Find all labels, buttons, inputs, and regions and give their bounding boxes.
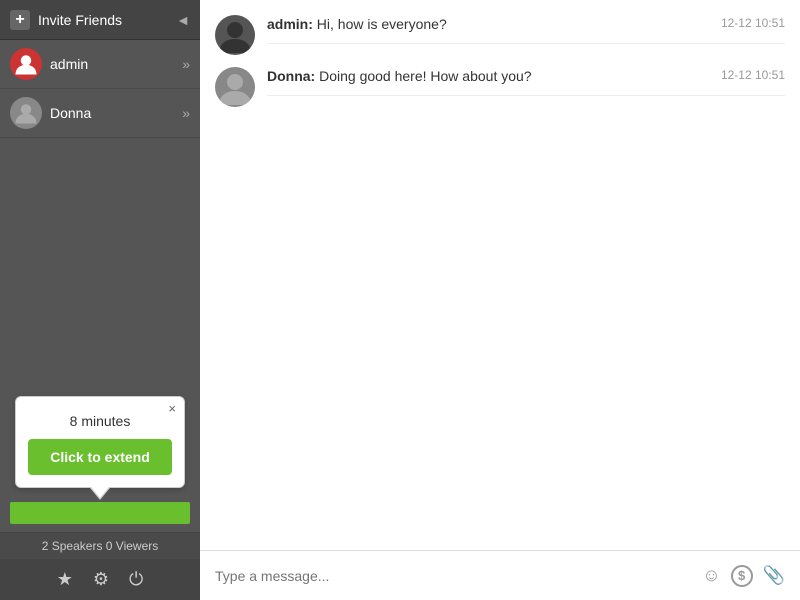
message-content: 12-12 10:51 admin: Hi, how is everyone? xyxy=(267,15,785,44)
sidebar-header-left: + Invite Friends xyxy=(10,10,122,30)
message-timestamp: 12-12 10:51 xyxy=(721,15,785,32)
avatar-admin xyxy=(10,48,42,80)
username-admin: admin xyxy=(50,56,88,72)
avatar xyxy=(215,15,255,55)
tooltip-close-button[interactable]: × xyxy=(168,401,176,416)
tooltip-box: × 8 minutes Click to extend xyxy=(15,396,185,488)
message-text: 12-12 10:51 admin: Hi, how is everyone? xyxy=(267,15,785,44)
chat-input-area: ☺ $ 📎 xyxy=(200,550,800,600)
sidebar-title: Invite Friends xyxy=(38,12,122,28)
dollar-icon[interactable]: $ xyxy=(731,565,753,587)
expand-donna-icon[interactable]: » xyxy=(182,105,190,121)
extend-button[interactable]: Click to extend xyxy=(28,439,172,475)
sender-name: admin: xyxy=(267,16,313,32)
collapse-sidebar-button[interactable]: ◄ xyxy=(176,12,190,28)
green-progress-bar[interactable] xyxy=(10,502,190,524)
avatar xyxy=(215,67,255,107)
expand-admin-icon[interactable]: » xyxy=(182,56,190,72)
sidebar-header: + Invite Friends ◄ xyxy=(0,0,200,40)
sidebar-item-donna[interactable]: Donna » xyxy=(0,89,200,138)
tooltip-minutes: 8 minutes xyxy=(28,413,172,429)
power-icon[interactable]: ⏻ xyxy=(129,569,143,590)
attachment-icon[interactable]: 📎 xyxy=(763,565,785,586)
message-input[interactable] xyxy=(215,568,692,584)
chat-area: 12-12 10:51 admin: Hi, how is everyone? … xyxy=(200,0,800,600)
table-row: 12-12 10:51 admin: Hi, how is everyone? xyxy=(215,15,785,55)
sidebar: + Invite Friends ◄ admin » xyxy=(0,0,200,600)
table-row: 12-12 10:51 Donna: Doing good here! How … xyxy=(215,67,785,107)
extend-tooltip: × 8 minutes Click to extend xyxy=(15,396,185,500)
username-donna: Donna xyxy=(50,105,91,121)
message-content: 12-12 10:51 Donna: Doing good here! How … xyxy=(267,67,785,96)
add-friend-icon[interactable]: + xyxy=(10,10,30,30)
star-icon[interactable]: ★ xyxy=(57,569,73,590)
avatar-donna xyxy=(10,97,42,129)
sidebar-item-admin[interactable]: admin » xyxy=(0,40,200,89)
sidebar-actions: ★ ⚙ ⏻ xyxy=(0,559,200,600)
message-timestamp: 12-12 10:51 xyxy=(721,67,785,84)
sidebar-footer: 2 Speakers 0 Viewers ★ ⚙ ⏻ xyxy=(0,532,200,600)
emoji-icon[interactable]: ☺ xyxy=(702,565,720,586)
messages-list: 12-12 10:51 admin: Hi, how is everyone? … xyxy=(200,0,800,550)
tooltip-triangle xyxy=(90,488,110,500)
message-text: 12-12 10:51 Donna: Doing good here! How … xyxy=(267,67,785,96)
gear-icon[interactable]: ⚙ xyxy=(93,569,109,590)
message-body: Doing good here! How about you? xyxy=(319,68,531,84)
sender-name: Donna: xyxy=(267,68,315,84)
sidebar-stats: 2 Speakers 0 Viewers xyxy=(0,533,200,559)
message-body: Hi, how is everyone? xyxy=(317,16,447,32)
